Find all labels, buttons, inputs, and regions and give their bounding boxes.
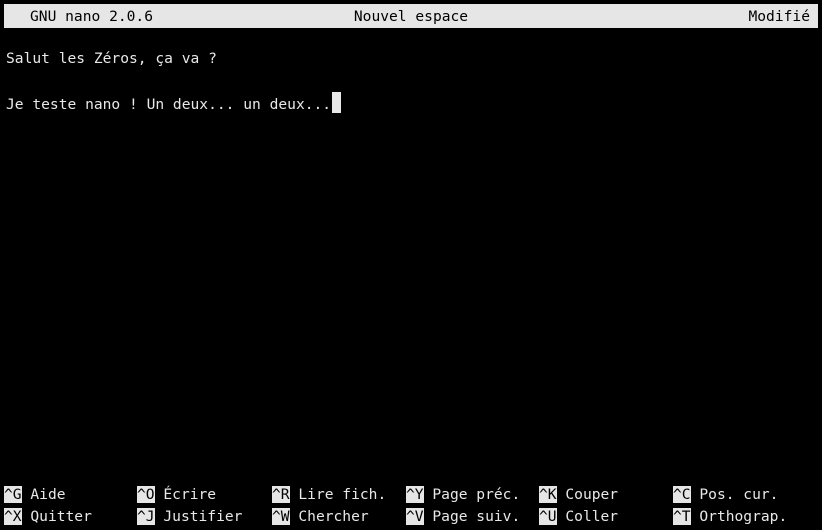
shortcut-key: ^K	[539, 486, 557, 503]
buffer-name: Nouvel espace	[353, 7, 469, 25]
shortcut-spell[interactable]: ^T Orthograp.	[673, 506, 787, 528]
shortcut-label: Pos. cur.	[699, 486, 779, 503]
shortcut-key: ^J	[137, 508, 155, 525]
shortcut-write[interactable]: ^O Écrire	[137, 484, 216, 506]
shortcut-label: Aide	[30, 486, 66, 503]
editor-line-current[interactable]: Je teste nano ! Un deux... un deux...	[6, 92, 816, 114]
shortcut-key: ^G	[4, 486, 22, 503]
shortcut-key: ^R	[272, 486, 290, 503]
editor-line-text[interactable]: Je teste nano ! Un deux... un deux...	[6, 96, 331, 113]
shortcut-key: ^C	[673, 486, 691, 503]
title-bar: GNU nano 2.0.6 Nouvel espace Modifié	[4, 4, 818, 28]
shortcut-quit[interactable]: ^X Quitter	[4, 506, 92, 528]
shortcut-prev-page[interactable]: ^Y Page préc.	[406, 484, 520, 506]
shortcut-search[interactable]: ^W Chercher	[272, 506, 369, 528]
shortcut-label: Page préc.	[432, 486, 521, 503]
shortcut-cursor-pos[interactable]: ^C Pos. cur.	[673, 484, 778, 506]
shortcut-cut[interactable]: ^K Couper	[539, 484, 618, 506]
shortcut-help[interactable]: ^G Aide	[4, 484, 66, 506]
shortcut-justify[interactable]: ^J Justifier	[137, 506, 242, 528]
shortcut-bar: ^G Aide ^O Écrire ^R Lire fich. ^Y Page …	[4, 484, 818, 528]
shortcut-row: ^X Quitter ^J Justifier ^W Chercher ^V P…	[4, 506, 818, 528]
editor-area[interactable]: Salut les Zéros, ça va ? Je teste nano !…	[6, 48, 816, 490]
shortcut-label: Écrire	[163, 486, 217, 503]
text-cursor	[332, 92, 342, 113]
editor-line[interactable]: Salut les Zéros, ça va ?	[6, 48, 816, 70]
shortcut-key: ^W	[272, 508, 290, 525]
shortcut-label: Lire fich.	[298, 486, 387, 503]
shortcut-key: ^T	[673, 508, 691, 525]
shortcut-key: ^X	[4, 508, 22, 525]
modified-status: Modifié	[748, 7, 810, 25]
shortcut-label: Orthograp.	[699, 508, 788, 525]
shortcut-label: Quitter	[30, 508, 92, 525]
shortcut-key: ^V	[406, 508, 424, 525]
shortcut-paste[interactable]: ^U Coller	[539, 506, 618, 528]
shortcut-key: ^Y	[406, 486, 424, 503]
shortcut-next-page[interactable]: ^V Page suiv.	[406, 506, 520, 528]
editor-line[interactable]	[6, 70, 816, 92]
shortcut-label: Justifier	[163, 508, 243, 525]
shortcut-label: Chercher	[298, 508, 369, 525]
shortcut-label: Page suiv.	[432, 508, 521, 525]
shortcut-key: ^U	[539, 508, 557, 525]
shortcut-label: Coller	[565, 508, 619, 525]
shortcut-read-file[interactable]: ^R Lire fich.	[272, 484, 386, 506]
shortcut-row: ^G Aide ^O Écrire ^R Lire fich. ^Y Page …	[4, 484, 818, 506]
shortcut-key: ^O	[137, 486, 155, 503]
shortcut-label: Couper	[565, 486, 619, 503]
